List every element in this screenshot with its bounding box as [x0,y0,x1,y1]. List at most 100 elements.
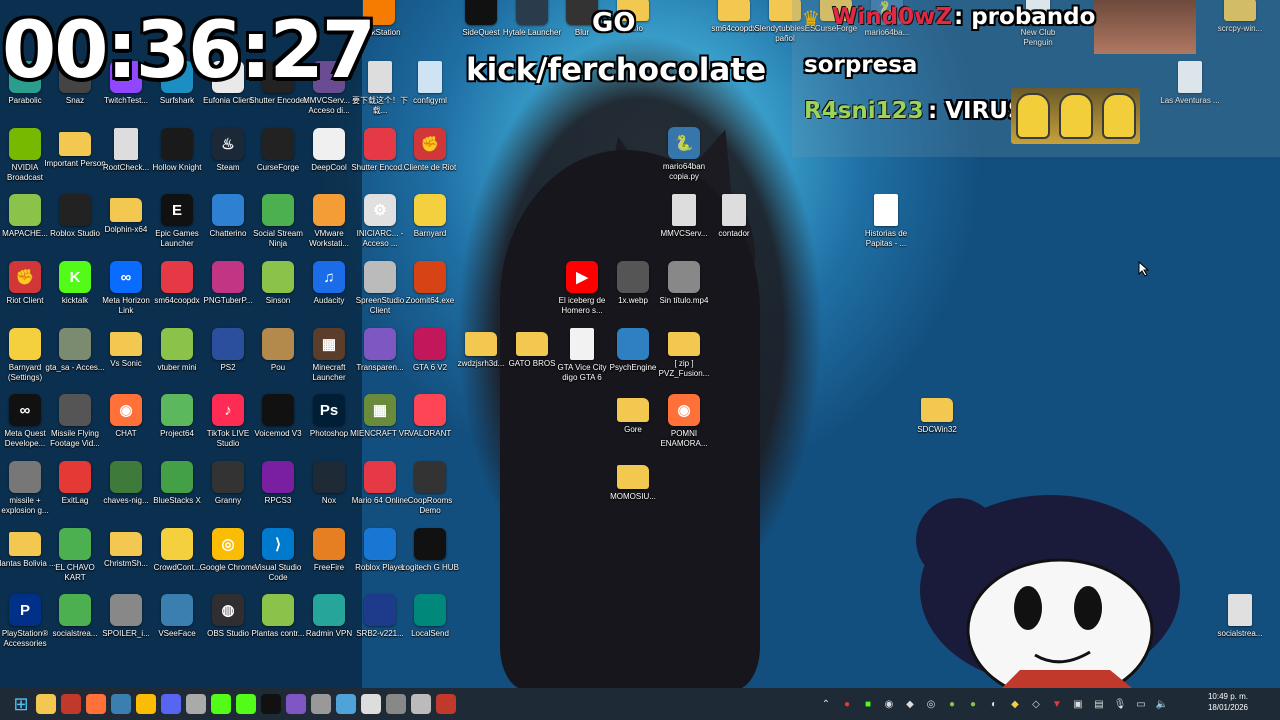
desktop-icon[interactable]: Voicemod V3 [249,391,307,457]
tray-app-icon[interactable]: ■ [860,696,876,712]
network-icon[interactable]: ▭ [1133,696,1149,712]
tray-app-icon[interactable]: ◆ [902,696,918,712]
taskbar-clock[interactable]: 10:49 p. m. 18/01/2026 [1208,691,1248,713]
tray-app-icon[interactable]: ◆ [1007,696,1023,712]
discord-icon[interactable] [161,694,181,714]
desktop-icon[interactable]: ChristmSh... [97,525,155,591]
taskbar: ⊞ ⌃ ● ■ ◉ ◆ ◎ ● ● ◐ ◆ ◇ ▼ ▣ ▤ 🎙 ▭ 🔈 [0,688,1280,720]
desktop-icon[interactable]: Hollow Knight [148,125,206,191]
settings-icon[interactable] [386,694,406,714]
desktop-icon[interactable]: Logitech G HUB [401,525,459,591]
desktop-icon[interactable]: ▶ El iceberg de Homero s... [553,258,611,324]
desktop-icon[interactable]: CoopRooms Demo [401,458,459,524]
app-icon[interactable] [411,694,431,714]
desktop-icon[interactable]: ▦ Minecraft Launcher [300,325,358,391]
volume-icon[interactable]: 🔈 [1154,696,1170,712]
barnyard-icon [414,194,446,226]
explorer-icon[interactable] [36,694,56,714]
desktop-icon[interactable]: 1x.webp [604,258,662,324]
kick-icon[interactable] [236,694,256,714]
desktop-icon[interactable]: Sinson [249,258,307,324]
desktop-icon[interactable]: Zoomit64.exe [401,258,459,324]
desktop-icon[interactable]: Vs Sonic [97,325,155,391]
file-icon [114,128,138,160]
desktop-icon[interactable]: GTA Vice City digo GTA 6 [553,325,611,391]
granny-icon [212,461,244,493]
terminal-icon[interactable] [261,694,281,714]
tray-app-icon[interactable]: ◉ [881,696,897,712]
desktop-icon[interactable]: sm64coopdx [148,258,206,324]
tray-app-icon[interactable]: ◐ [986,696,1002,712]
app-icon[interactable] [436,694,456,714]
zoomit-icon [414,261,446,293]
desktop-icon[interactable]: VSeeFace [148,591,206,657]
folder-icon [9,532,41,556]
desktop-icon[interactable]: ExitLag [46,458,104,524]
desktop-icon[interactable]: RPCS3 [249,458,307,524]
desktop-icon[interactable]: gta_sa - Acces... [45,325,105,391]
desktop-icon[interactable]: Nox [300,458,358,524]
firefox-icon[interactable] [86,694,106,714]
desktop-icon[interactable]: ⟩ Visual Studio Code [249,525,307,591]
chevron-up-icon[interactable]: ⌃ [818,696,834,712]
app-icon[interactable] [361,694,381,714]
desktop-icon[interactable]: PsychEngine [604,325,662,391]
desktop-icon[interactable]: DeepCool [300,125,358,191]
desktop-icon[interactable]: configyml [401,58,459,124]
kick-icon[interactable] [211,694,231,714]
desktop-icon[interactable]: Roblox Studio [46,191,104,257]
desktop-icon[interactable]: Barnyard [401,191,459,257]
tray-app-icon[interactable]: ● [944,696,960,712]
app-icon[interactable] [61,694,81,714]
desktop-icon[interactable]: MOMOSIU... [604,458,662,524]
desktop-icon[interactable]: vtuber mini [148,325,206,391]
app-icon[interactable] [186,694,206,714]
desktop-icon[interactable]: zwdzjsrh3d... [452,325,510,391]
desktop-icon[interactable]: VALORANT [401,391,459,457]
vseeface-icon[interactable] [111,694,131,714]
desktop-icon[interactable]: Missile Flying Footage Vid... [46,391,104,457]
tray-app-icon[interactable]: ▼ [1049,696,1065,712]
desktop-icon[interactable]: LocalSend [401,591,459,657]
desktop-icon[interactable]: socialstrea... [1211,591,1269,657]
desktop-icon[interactable]: Historias de Papitas - ... [857,191,915,257]
tray-app-icon[interactable]: ▤ [1091,696,1107,712]
app-icon[interactable] [336,694,356,714]
tray-app-icon[interactable]: ◎ [923,696,939,712]
desktop-icon[interactable]: Radmin VPN [300,591,358,657]
desktop-icon[interactable]: contador [705,191,763,257]
desktop-icon[interactable]: 🐍 mario64ban copia.py [655,124,713,190]
desktop-icon[interactable]: Ps Photoshop [300,391,358,457]
windows-icon[interactable]: ⊞ [11,694,31,714]
tray-app-icon[interactable]: ● [965,696,981,712]
desktop-icon[interactable]: chaves-nig... [97,458,155,524]
desktop-icon[interactable]: BlueStacks X [148,458,206,524]
desktop-icon[interactable]: ◉ CHAT [97,391,155,457]
tray-app-icon[interactable]: ● [839,696,855,712]
desktop-icon[interactable]: ∞ Meta Horizon Link [97,258,155,324]
desktop-icon[interactable]: ✊ Cliente de Riot [401,125,459,191]
desktop-icon[interactable]: ◉ POMNI ENAMORA... [655,391,713,457]
desktop-icon[interactable]: GTA 6 V2 [401,325,459,391]
desktop-icon[interactable]: CrowdCont... [148,525,206,591]
desktop-icon[interactable]: socialstrea... [46,591,104,657]
desktop-icon[interactable]: EL CHAVO KART [46,525,104,591]
tray-app-icon[interactable]: ▣ [1070,696,1086,712]
firefox-icon: ◉ [110,394,142,426]
desktop-icon[interactable]: RootCheck... [97,125,155,191]
desktop-icon[interactable]: [ zip ] PVZ_Fusion... [655,325,713,391]
app-icon[interactable] [311,694,331,714]
desktop-icon-label: configyml [413,96,447,105]
chrome-icon[interactable] [136,694,156,714]
desktop-icon[interactable]: Plantas contr... [249,591,307,657]
tray-app-icon[interactable]: ◇ [1028,696,1044,712]
app-icon[interactable] [286,694,306,714]
desktop-icon[interactable]: Important Person [44,125,106,191]
desktop-icon[interactable]: Sin título.mp4 [655,258,713,324]
desktop-icon[interactable]: SPOILER_i... [97,591,155,657]
microphone-icon[interactable]: 🎙 [1112,696,1128,712]
desktop-icon[interactable]: FreeFire [300,525,358,591]
desktop-icon[interactable]: CurseForge [249,125,307,191]
desktop-icon[interactable]: E Epic Games Launcher [148,191,206,257]
desktop-icon[interactable]: SDCWin32 [908,391,966,457]
